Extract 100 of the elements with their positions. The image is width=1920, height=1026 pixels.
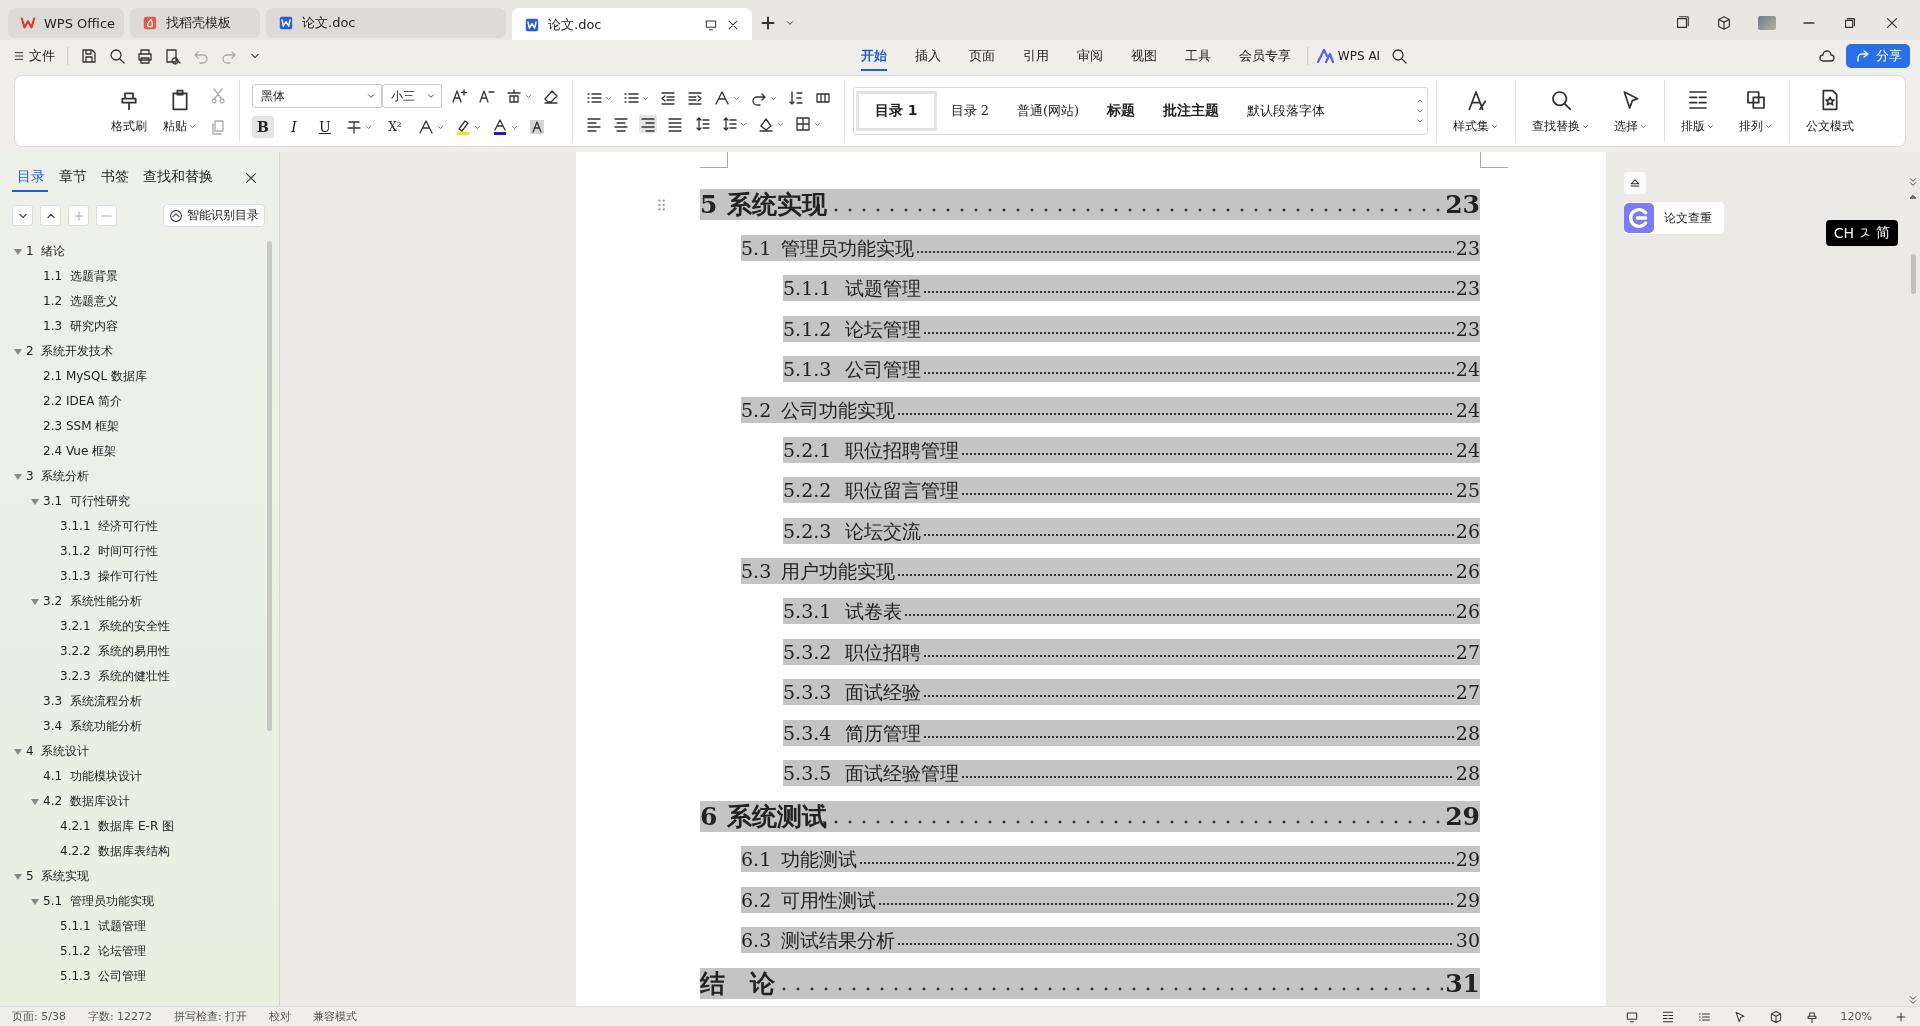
- outline-item[interactable]: 3.1.1 经济可行性: [60, 518, 159, 535]
- toc-entry[interactable]: 5.3.3 面试经验 27: [783, 679, 1480, 706]
- expand-button[interactable]: [40, 205, 61, 226]
- character-shading-icon[interactable]: [528, 118, 546, 136]
- border-button[interactable]: [794, 115, 822, 133]
- expand-toggle-icon[interactable]: [31, 498, 39, 505]
- style-preset[interactable]: 批注主题: [1149, 91, 1234, 131]
- menu-tab[interactable]: 工具: [1170, 41, 1225, 71]
- scroll-top-icon[interactable]: [1907, 176, 1919, 188]
- status-text[interactable]: 拼写检查: 打开: [174, 1009, 248, 1024]
- toc-entry[interactable]: 5.2.3 论坛交流 26: [783, 517, 1480, 544]
- outline-item[interactable]: 4.2 数据库设计: [43, 793, 130, 810]
- increase-indent-icon[interactable]: [686, 89, 704, 107]
- select-button[interactable]: 选择: [1610, 85, 1652, 137]
- decrease-indent-icon[interactable]: [659, 89, 677, 107]
- outline-item[interactable]: 1 绪论: [26, 243, 66, 260]
- outline-item[interactable]: 3.2 系统性能分析: [43, 593, 142, 610]
- style-preset[interactable]: 普通(网站): [1003, 91, 1094, 131]
- arrange-button[interactable]: 排列: [1735, 85, 1777, 137]
- sidebar-tab[interactable]: 目录: [10, 164, 52, 192]
- outline-item[interactable]: 1.1 选题背景: [43, 268, 118, 285]
- menu-tab[interactable]: 审阅: [1062, 41, 1117, 71]
- align-center-icon[interactable]: [612, 115, 630, 133]
- close-icon[interactable]: [726, 18, 740, 32]
- toc-entry[interactable]: 5.1.3 公司管理 24: [783, 356, 1480, 383]
- close-icon[interactable]: [1884, 15, 1900, 31]
- document-tab[interactable]: 论文.doc: [266, 8, 506, 38]
- toc-entry[interactable]: 6 系统测试 29: [700, 800, 1480, 832]
- smart-toc-button[interactable]: 智能识别目录: [163, 204, 265, 227]
- align-left-icon[interactable]: [585, 115, 603, 133]
- document-tab[interactable]: WPS Office: [8, 8, 124, 38]
- toc-entry[interactable]: 5.1.1 试题管理 23: [783, 275, 1480, 302]
- layout-button[interactable]: 排版: [1677, 85, 1719, 137]
- scroll-down-icon[interactable]: [1415, 106, 1425, 116]
- print-icon[interactable]: [136, 47, 154, 65]
- print-preview-icon[interactable]: [164, 47, 182, 65]
- outline-item[interactable]: 3.2.2 系统的易用性: [60, 643, 171, 660]
- menu-tab[interactable]: 开始: [846, 41, 901, 71]
- plagiarism-check-button[interactable]: 论文查重: [1624, 202, 1724, 234]
- outline-item[interactable]: 1.2 选题意义: [43, 293, 118, 310]
- page-view-icon[interactable]: [1624, 1009, 1639, 1024]
- menu-tab[interactable]: 视图: [1116, 41, 1171, 71]
- find-replace-button[interactable]: 查找替换: [1528, 85, 1594, 137]
- outline-item[interactable]: 3 系统分析: [26, 468, 90, 485]
- menu-tab[interactable]: 会员专享: [1224, 41, 1305, 71]
- outline-item[interactable]: 3.4 系统功能分析: [43, 718, 142, 735]
- toc-entry[interactable]: 5.3 用户功能实现 26: [741, 558, 1480, 585]
- outline-view-icon[interactable]: [1660, 1009, 1675, 1024]
- toc-entry[interactable]: 6.3 测试结果分析 30: [741, 926, 1480, 953]
- find-icon[interactable]: [108, 47, 126, 65]
- input-method-indicator[interactable]: CH 简: [1825, 220, 1898, 246]
- grow-font-icon[interactable]: [451, 87, 469, 105]
- format-painter-button[interactable]: 格式刷: [107, 85, 151, 137]
- highlight-button[interactable]: [454, 118, 482, 136]
- zoom-level[interactable]: 120%: [1840, 1010, 1872, 1023]
- justify-icon[interactable]: [666, 115, 684, 133]
- text-effect-button[interactable]: [417, 118, 445, 136]
- style-preset[interactable]: 目录 1: [856, 91, 937, 131]
- outline-item[interactable]: 3.1.3 操作可行性: [60, 568, 159, 585]
- window-icon[interactable]: [1674, 15, 1690, 31]
- restore-icon[interactable]: [1842, 15, 1858, 31]
- superscript-button[interactable]: X²: [382, 116, 408, 138]
- sort-icon[interactable]: [787, 89, 805, 107]
- toc-entry[interactable]: 5.2.2 职位留言管理 25: [783, 477, 1480, 504]
- expand-toggle-icon[interactable]: [14, 873, 22, 880]
- pen-icon[interactable]: [1804, 1009, 1819, 1024]
- align-right-icon[interactable]: [639, 115, 657, 133]
- outline-item[interactable]: 3.2.3 系统的健壮性: [60, 668, 171, 685]
- document-tab[interactable]: 找稻壳模板: [130, 8, 260, 38]
- outline-item[interactable]: 3.1 可行性研究: [43, 493, 130, 510]
- close-icon[interactable]: [243, 170, 259, 186]
- font-size-field[interactable]: 小三: [382, 84, 442, 108]
- outline-item[interactable]: 2.4 Vue 框架: [43, 443, 117, 460]
- toc-entry[interactable]: 5.1 管理员功能实现 23: [741, 234, 1480, 261]
- document-tab[interactable]: 论文.doc: [512, 8, 752, 42]
- file-menu[interactable]: 文件: [14, 47, 55, 65]
- toc-entry[interactable]: 5.3.4 简历管理 28: [783, 719, 1480, 746]
- text-direction-button[interactable]: [713, 89, 741, 107]
- outline-item[interactable]: 2 系统开发技术: [26, 343, 114, 360]
- sidebar-tab[interactable]: 查找和替换: [136, 164, 220, 192]
- style-set-button[interactable]: 样式集: [1449, 85, 1503, 137]
- expand-toggle-icon[interactable]: [31, 798, 39, 805]
- toc-entry[interactable]: 6.1 功能测试 29: [741, 846, 1480, 873]
- more-icon[interactable]: [1415, 116, 1425, 126]
- ai-button[interactable]: WPS AI: [1315, 47, 1381, 65]
- toc-entry[interactable]: 5.3.1 试卷表 26: [783, 598, 1480, 625]
- toc-entry[interactable]: 5.1.2 论坛管理 23: [783, 315, 1480, 342]
- outline-item[interactable]: 1.3 研究内容: [43, 318, 118, 335]
- expand-toggle-icon[interactable]: [31, 898, 39, 905]
- outline-item[interactable]: 2.1 MySQL 数据库: [43, 368, 147, 385]
- expand-toggle-icon[interactable]: [14, 248, 22, 255]
- outline-item[interactable]: 5.1.3 公司管理: [60, 968, 147, 985]
- toc-entry[interactable]: 6.2 可用性测试 29: [741, 886, 1480, 913]
- cloud-icon[interactable]: [1818, 47, 1836, 65]
- outline-item[interactable]: 4.2.1 数据库 E-R 图: [60, 818, 175, 835]
- outline-item[interactable]: 3.3 系统流程分析: [43, 693, 142, 710]
- outline-item[interactable]: 3.2.1 系统的安全性: [60, 618, 171, 635]
- status-text[interactable]: 校对: [269, 1009, 292, 1024]
- collapse-panel-button[interactable]: [1624, 172, 1646, 194]
- globe-icon[interactable]: [1768, 1009, 1783, 1024]
